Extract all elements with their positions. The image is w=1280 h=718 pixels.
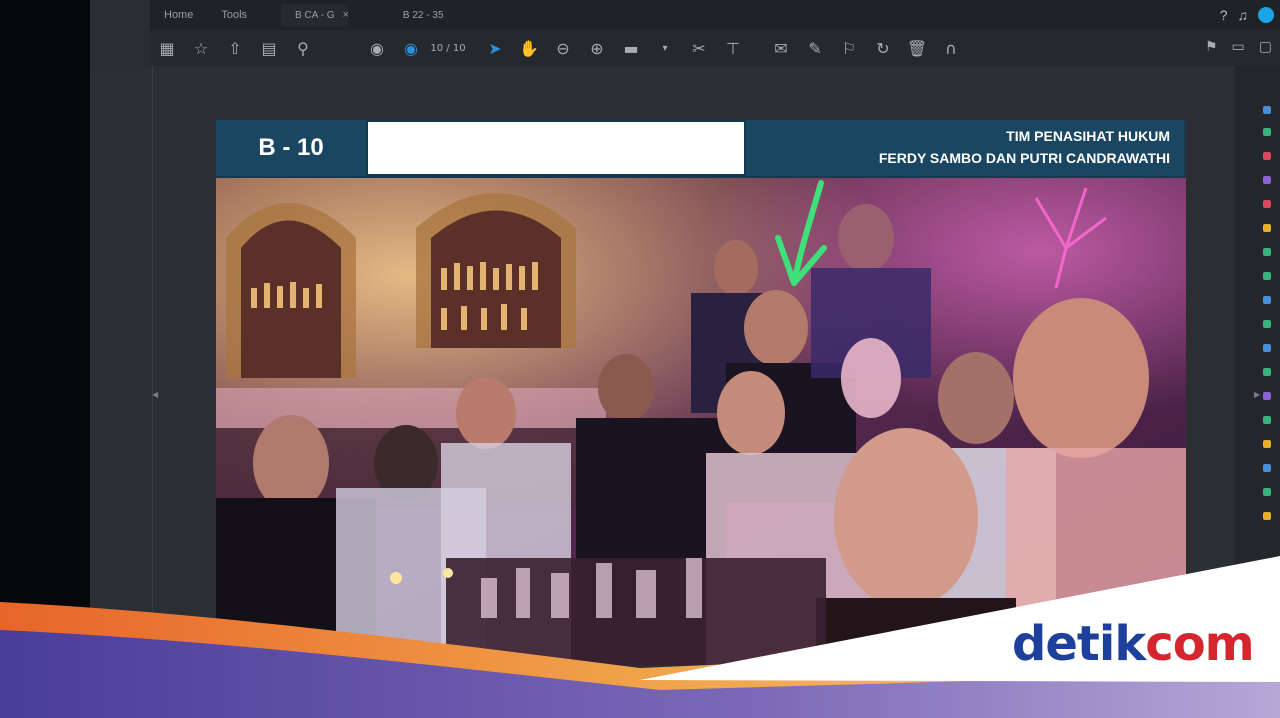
tool-icon-14[interactable] bbox=[1263, 416, 1271, 424]
tool-icon-4[interactable] bbox=[1263, 176, 1271, 184]
tab-document-1[interactable]: B CA - G bbox=[281, 3, 349, 27]
tool-icon-11[interactable] bbox=[1263, 344, 1271, 352]
comment-icon[interactable]: ✉ bbox=[764, 39, 798, 58]
hand-icon[interactable]: ✋ bbox=[512, 39, 546, 58]
tool-icon-17[interactable] bbox=[1263, 488, 1271, 496]
headphones-icon[interactable]: ∩ bbox=[934, 39, 968, 58]
tool-icon-15[interactable] bbox=[1263, 440, 1271, 448]
tool-icon-6[interactable] bbox=[1263, 224, 1271, 232]
redacted-white-box bbox=[368, 122, 744, 174]
header-line-2: FERDY SAMBO DAN PUTRI CANDRAWATHI bbox=[878, 150, 1170, 166]
toolbar-right: ⚑ ▭ ▢ bbox=[1205, 38, 1272, 55]
zoom-out-icon[interactable]: ⊖ bbox=[546, 39, 580, 58]
tool-icon-3[interactable] bbox=[1263, 152, 1271, 160]
collapse-right-icon[interactable]: ▶ bbox=[1254, 390, 1260, 399]
rotate-icon[interactable]: ↻ bbox=[866, 39, 900, 58]
tool-icon-5[interactable] bbox=[1263, 200, 1271, 208]
select-cursor-icon[interactable]: ➤ bbox=[478, 39, 512, 58]
tool-icon-13[interactable] bbox=[1263, 392, 1271, 400]
stamp-icon[interactable]: ⚐ bbox=[832, 39, 866, 58]
detikcom-logo: detikcom bbox=[1012, 616, 1255, 672]
tab-document-2[interactable]: B 22 - 35 bbox=[389, 4, 458, 27]
right-tool-panel bbox=[1235, 66, 1280, 626]
tool-icon-12[interactable] bbox=[1263, 368, 1271, 376]
upload-icon[interactable]: ⇧ bbox=[218, 39, 252, 58]
tool-icon-9[interactable] bbox=[1263, 296, 1271, 304]
profile-icon[interactable] bbox=[1258, 7, 1274, 23]
more-icon[interactable]: ▢ bbox=[1259, 38, 1272, 55]
menu-tools[interactable]: Tools bbox=[207, 9, 261, 21]
trash-icon[interactable]: 🗑 bbox=[900, 39, 934, 58]
crop-icon[interactable]: ✂ bbox=[682, 39, 716, 58]
comment-panel-icon[interactable]: ▭ bbox=[1232, 38, 1245, 55]
chevron-down-icon[interactable]: ▾ bbox=[648, 43, 682, 54]
slide-code: B - 10 bbox=[258, 134, 324, 161]
search-icon[interactable]: ⚲ bbox=[286, 39, 320, 58]
slide-header-title: TIM PENASIHAT HUKUM FERDY SAMBO DAN PUTR… bbox=[746, 120, 1184, 176]
slide-code-box: B - 10 bbox=[216, 120, 366, 176]
zoom-in-icon[interactable]: ⊕ bbox=[580, 39, 614, 58]
toolbar: ▦ ☆ ⇧ ▤ ⚲ ◉ ◉ 10 / 10 ➤ ✋ ⊖ ⊕ ▬ ▾ ✂ ⊤ ✉ … bbox=[150, 30, 1280, 66]
create-icon[interactable]: ▦ bbox=[150, 39, 184, 58]
pen-icon[interactable]: ✎ bbox=[798, 39, 832, 58]
bell-icon[interactable]: ♫ bbox=[1238, 7, 1249, 23]
collapse-left-icon[interactable]: ◀ bbox=[152, 390, 158, 399]
header-line-1: TIM PENASIHAT HUKUM bbox=[1006, 128, 1170, 144]
tool-icon-18[interactable] bbox=[1263, 512, 1271, 520]
bookmark-star-icon[interactable]: ☆ bbox=[184, 39, 218, 58]
tool-icon-8[interactable] bbox=[1263, 272, 1271, 280]
menubar: Home Tools B CA - G × B 22 - 35 bbox=[150, 0, 1280, 30]
group-photo bbox=[216, 178, 1186, 665]
tool-icon-16[interactable] bbox=[1263, 464, 1271, 472]
tool-icon-1[interactable] bbox=[1263, 106, 1271, 114]
tool-icon-2[interactable] bbox=[1263, 128, 1271, 136]
share-icon[interactable]: ⚑ bbox=[1205, 38, 1218, 55]
fit-page-icon[interactable]: ⊤ bbox=[716, 39, 750, 58]
tab-close-icon[interactable]: × bbox=[342, 9, 348, 21]
window-controls: ? ♫ bbox=[1220, 0, 1280, 30]
print-icon[interactable]: ▤ bbox=[252, 39, 286, 58]
left-dark-margin bbox=[0, 0, 90, 718]
zoom-level-icon[interactable]: ▬ bbox=[614, 39, 648, 58]
menu-home[interactable]: Home bbox=[150, 9, 207, 21]
tool-icon-10[interactable] bbox=[1263, 320, 1271, 328]
tool-icon-7[interactable] bbox=[1263, 248, 1271, 256]
page-indicator[interactable]: 10 / 10 bbox=[428, 43, 468, 54]
presentation-slide: B - 10 TIM PENASIHAT HUKUM FERDY SAMBO D… bbox=[216, 120, 1186, 665]
help-icon[interactable]: ? bbox=[1220, 7, 1228, 23]
prev-page-icon[interactable]: ◉ bbox=[360, 39, 394, 58]
next-page-icon[interactable]: ◉ bbox=[394, 39, 428, 58]
